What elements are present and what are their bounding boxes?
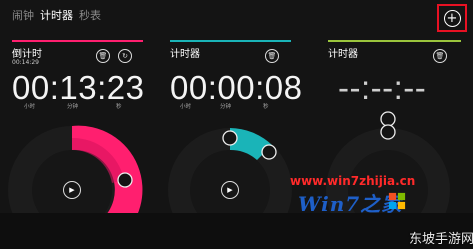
- dial-handle[interactable]: [261, 144, 277, 160]
- dial-handle[interactable]: [380, 124, 396, 140]
- dial-handle[interactable]: [380, 111, 396, 127]
- dial-handle[interactable]: [222, 130, 238, 146]
- windows-logo-icon: [388, 192, 406, 210]
- play-button[interactable]: ▶: [63, 181, 81, 199]
- watermark-logo-text: Win7之家: [298, 192, 403, 216]
- brand-watermark: 东坡手游网: [409, 232, 473, 247]
- dial-handle[interactable]: [117, 172, 133, 188]
- play-button[interactable]: ▶: [221, 181, 239, 199]
- bottom-overlay: [0, 213, 473, 249]
- watermark-url: www.win7zhijia.cn: [290, 174, 416, 188]
